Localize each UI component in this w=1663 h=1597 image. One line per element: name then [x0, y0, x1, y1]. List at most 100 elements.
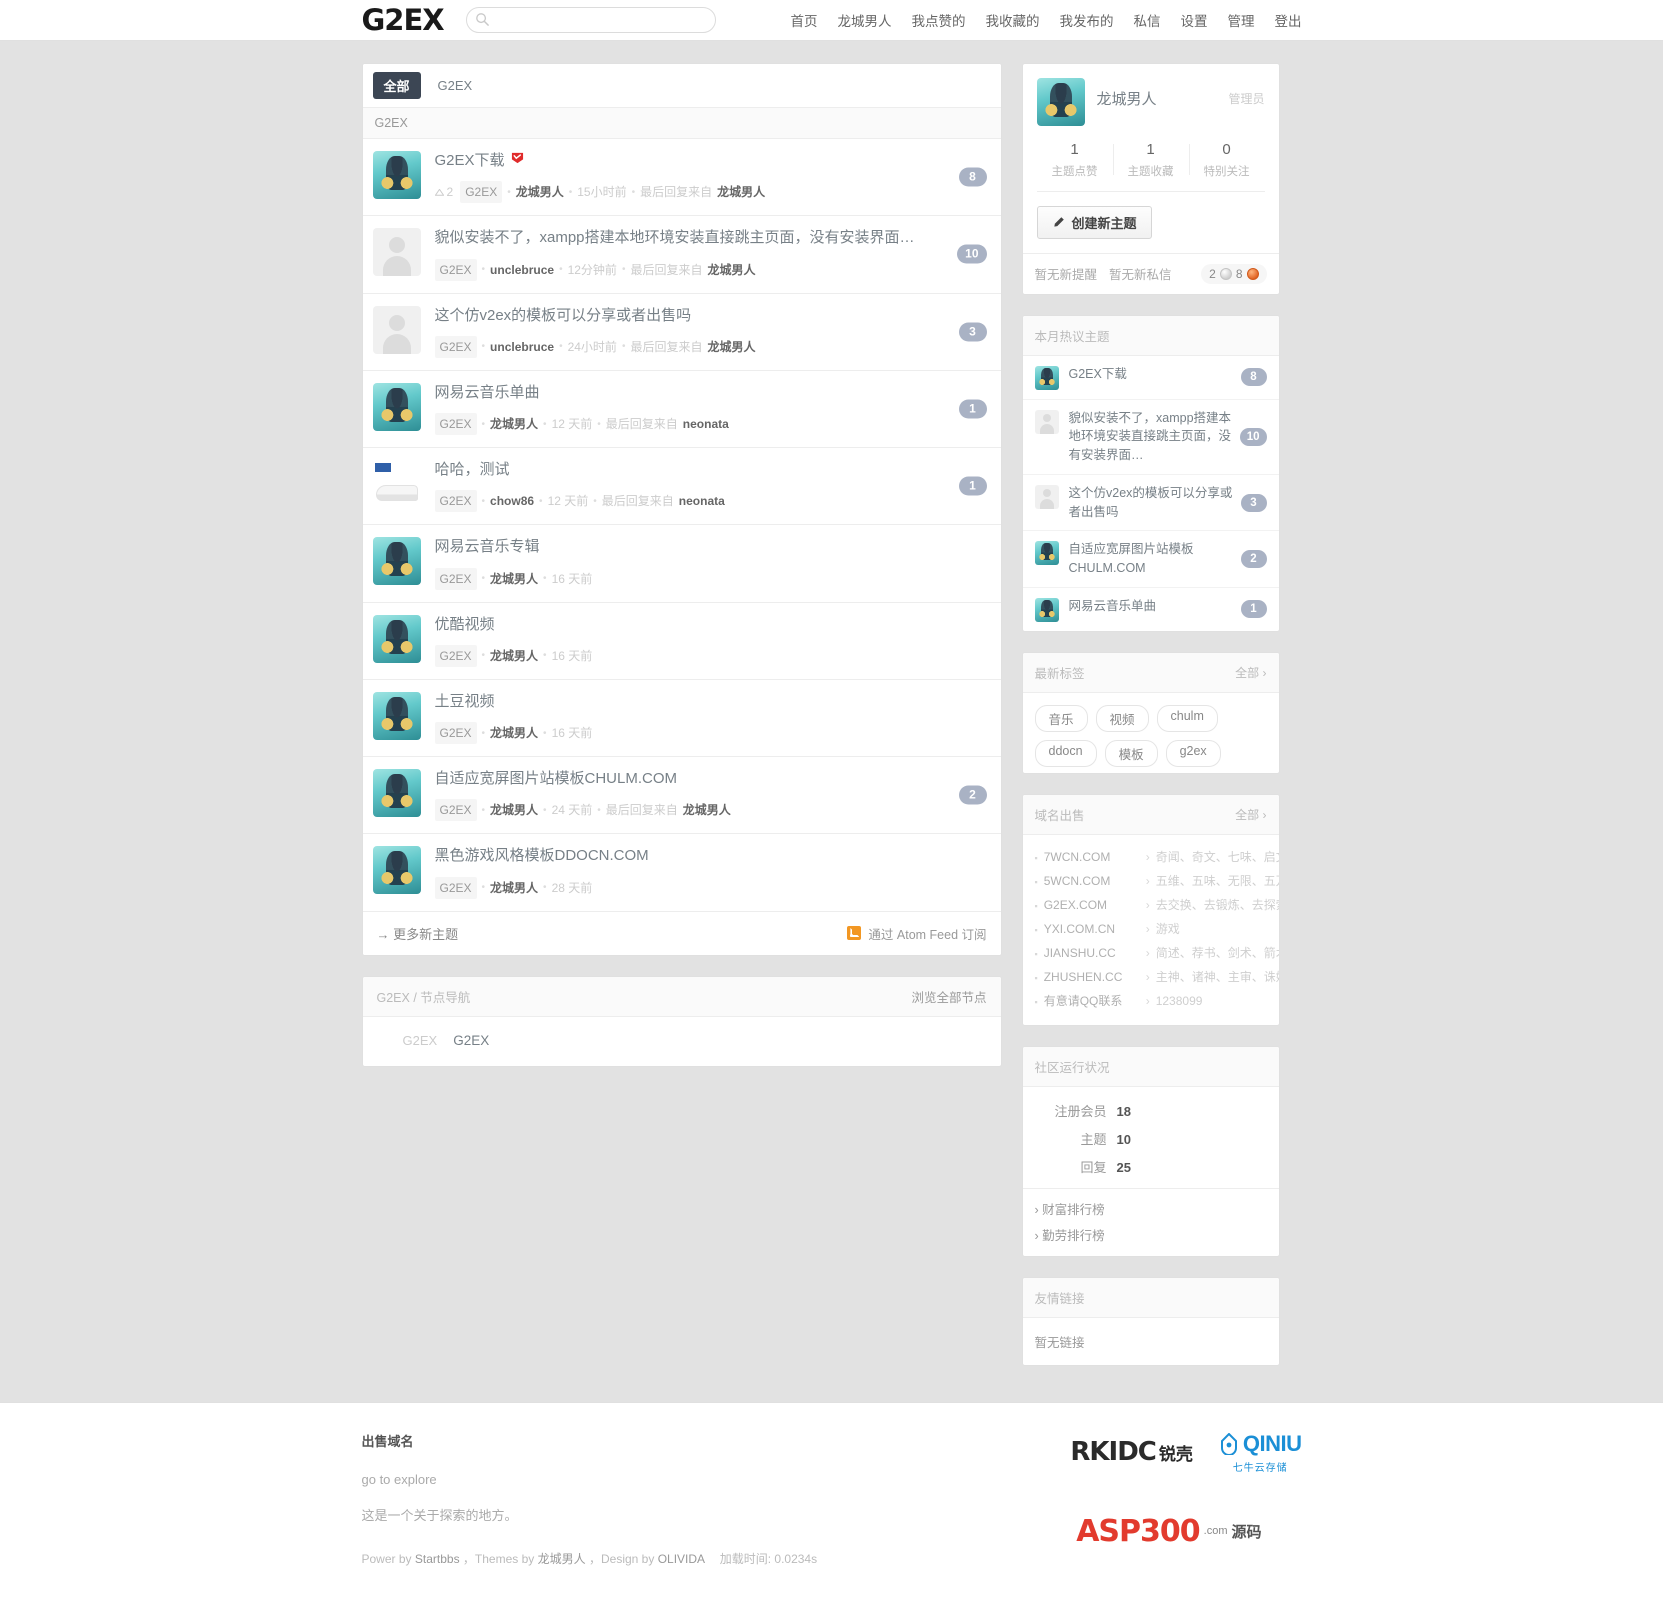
topic-avatar[interactable] [372, 151, 421, 199]
last-reply-user-link[interactable]: 龙城男人 [707, 261, 755, 279]
topic-author-link[interactable]: unclebruce [490, 338, 554, 356]
topic-row[interactable]: 哈哈，测试 G2EX • chow86 • 12 天前 • 最后回复来自 neonata 1 [362, 448, 1001, 526]
topic-title-link[interactable]: 黑色游戏风格模板DDOCN.COM [435, 846, 649, 866]
tag-item[interactable]: 模板 [1104, 739, 1158, 767]
more-topics-link[interactable]: → 更多新主题 [377, 924, 459, 943]
nav-item-favorites[interactable]: 我收藏的 [986, 10, 1040, 30]
topic-title-link[interactable]: G2EX下载 [435, 151, 524, 171]
hot-topic-count[interactable]: 1 [1240, 600, 1267, 619]
nav-item-settings[interactable]: 设置 [1181, 10, 1208, 30]
profile-username[interactable]: 龙城男人 [1097, 88, 1157, 109]
topic-title-link[interactable]: 自适应宽屏图片站模板CHULM.COM [435, 769, 678, 789]
domain-name[interactable]: YXI.COM.CN [1044, 917, 1140, 941]
last-reply-user-link[interactable]: 龙城男人 [707, 338, 755, 356]
topic-author-link[interactable]: unclebruce [490, 261, 554, 279]
hot-topic-item[interactable]: 这个仿v2ex的模板可以分享或者出售吗 3 [1022, 475, 1279, 532]
credit-startbbs-link[interactable]: Startbbs [415, 1552, 460, 1566]
last-reply-user-link[interactable]: neonata [679, 492, 725, 510]
stat-likes[interactable]: 1 主题点赞 [1037, 140, 1113, 179]
topic-reply-count[interactable]: 10 [957, 244, 987, 264]
topic-title-link[interactable]: 哈哈，测试 [435, 460, 510, 480]
hot-topic-title[interactable]: 自适应宽屏图片站模板CHULM.COM [1069, 540, 1267, 578]
tab-g2ex[interactable]: G2EX [427, 74, 484, 97]
tag-item[interactable]: 音乐 [1034, 704, 1088, 732]
domain-name[interactable]: ZHUSHEN.CC [1044, 965, 1140, 989]
rkidc-logo[interactable]: RKIDC 锐壳 [1070, 1437, 1193, 1467]
nav-item-logout[interactable]: 登出 [1275, 10, 1302, 30]
hot-topic-title[interactable]: 貌似安装不了，xampp搭建本地环境安装直接跳主页面，没有安装界面… [1069, 409, 1267, 465]
topic-author-link[interactable]: chow86 [490, 492, 534, 510]
topic-row[interactable]: 这个仿v2ex的模板可以分享或者出售吗 G2EX • unclebruce • 24小时前… [362, 293, 1001, 371]
nav-item-home[interactable]: 首页 [791, 10, 818, 30]
topic-reply-count[interactable]: 8 [958, 167, 987, 187]
domain-name[interactable]: G2EX.COM [1044, 893, 1140, 917]
tag-item[interactable]: 视频 [1095, 704, 1149, 732]
topic-title-link[interactable]: 土豆视频 [435, 692, 495, 712]
topic-title-link[interactable]: 优酷视频 [435, 615, 495, 635]
topic-title-link[interactable]: 网易云音乐单曲 [435, 383, 540, 403]
domain-name[interactable]: JIANSHU.CC [1044, 941, 1140, 965]
topic-title-link[interactable]: 网易云音乐专辑 [435, 537, 540, 557]
topic-node-link[interactable]: G2EX [434, 413, 477, 435]
qiniu-logo[interactable]: QINIU 七牛云存储 [1219, 1431, 1302, 1474]
no-notifications-label[interactable]: 暂无新提醒 [1035, 264, 1098, 283]
no-messages-label[interactable]: 暂无新私信 [1109, 264, 1172, 283]
topic-row[interactable]: 自适应宽屏图片站模板CHULM.COM G2EX • 龙城男人 • 24 天前 • 最后回复来… [362, 757, 1001, 835]
domain-name[interactable]: 有意请QQ联系 [1044, 989, 1140, 1013]
tag-item[interactable]: chulm [1156, 704, 1218, 732]
nav-item-liked[interactable]: 我点赞的 [912, 10, 966, 30]
topic-author-link[interactable]: 龙城男人 [490, 879, 538, 897]
topic-reply-count[interactable]: 3 [958, 322, 987, 342]
hot-topic-item[interactable]: 网易云音乐单曲 1 [1023, 588, 1279, 631]
credit-designer-link[interactable]: OLIVIDA [658, 1552, 705, 1566]
topic-node-link[interactable]: G2EX [460, 181, 503, 204]
browse-all-nodes-link[interactable]: 浏览全部节点 [911, 987, 986, 1006]
stat-favorites[interactable]: 1 主题收藏 [1112, 140, 1189, 179]
topic-node-link[interactable]: G2EX [434, 799, 477, 822]
hot-topic-title[interactable]: 这个仿v2ex的模板可以分享或者出售吗 [1069, 484, 1267, 522]
topic-avatar[interactable] [372, 228, 421, 277]
topic-row[interactable]: 土豆视频 G2EX • 龙城男人 • 16 天前 [362, 679, 1001, 757]
hot-topic-count[interactable]: 8 [1240, 368, 1267, 386]
hot-topic-title[interactable]: G2EX下载 [1069, 365, 1267, 384]
topic-avatar[interactable] [372, 460, 421, 508]
topic-author-link[interactable]: 龙城男人 [490, 647, 538, 665]
atom-feed-link[interactable]: 通过 Atom Feed 订阅 [868, 924, 986, 943]
hot-topic-count[interactable]: 2 [1240, 550, 1267, 568]
avatar[interactable] [1036, 78, 1085, 126]
topic-avatar[interactable] [372, 382, 421, 431]
hot-topic-title[interactable]: 网易云音乐单曲 [1069, 597, 1267, 616]
hot-topic-count[interactable]: 10 [1239, 427, 1267, 446]
topic-row[interactable]: 貌似安装不了，xampp搭建本地环境安装直接跳主页面，没有安装界面… G2EX • u… [362, 216, 1001, 294]
topic-avatar[interactable] [372, 537, 421, 586]
wealth-ranking-link[interactable]: › 财富排行榜 [1035, 1199, 1267, 1218]
tag-item[interactable]: ddocn [1034, 739, 1097, 767]
search-box[interactable] [465, 7, 716, 33]
create-topic-button[interactable]: 创建新主题 [1036, 205, 1152, 239]
last-reply-user-link[interactable]: neonata [683, 415, 729, 433]
site-logo[interactable]: G2EX [362, 5, 445, 35]
topic-row[interactable]: 黑色游戏风格模板DDOCN.COM G2EX • 龙城男人 • 28 天前 [362, 834, 1001, 912]
topic-avatar[interactable] [372, 846, 421, 895]
nav-item-admin[interactable]: 管理 [1228, 10, 1255, 30]
node-link-g2ex[interactable]: G2EX [453, 1033, 489, 1048]
topic-node-link[interactable]: G2EX [434, 644, 477, 667]
topic-row[interactable]: G2EX下载 2 G2EX • 龙城男人 • 15小时前 • 最后回复来自 龙城男人 8 [362, 139, 1001, 217]
topic-reply-count[interactable]: 1 [958, 476, 987, 496]
topic-node-link[interactable]: G2EX [434, 258, 477, 281]
hot-topic-item[interactable]: G2EX下载 8 [1022, 356, 1279, 400]
hot-topic-item[interactable]: 貌似安装不了，xampp搭建本地环境安装直接跳主页面，没有安装界面… 10 [1022, 400, 1279, 475]
hot-topic-item[interactable]: 自适应宽屏图片站模板CHULM.COM 2 [1022, 531, 1279, 588]
topic-author-link[interactable]: 龙城男人 [490, 570, 538, 588]
topic-avatar[interactable] [372, 305, 421, 354]
tags-more-link[interactable]: 全部 › [1235, 664, 1266, 681]
topic-author-link[interactable]: 龙城男人 [490, 801, 538, 819]
topic-node-link[interactable]: G2EX [434, 335, 477, 358]
domains-more-link[interactable]: 全部 › [1235, 806, 1266, 823]
domain-name[interactable]: 7WCN.COM [1044, 845, 1140, 869]
topic-avatar[interactable] [372, 691, 421, 740]
topic-reply-count[interactable]: 2 [958, 785, 987, 805]
domain-name[interactable]: 5WCN.COM [1044, 869, 1140, 893]
nav-item-profile[interactable]: 龙城男人 [838, 10, 892, 30]
nav-item-messages[interactable]: 私信 [1134, 10, 1161, 30]
